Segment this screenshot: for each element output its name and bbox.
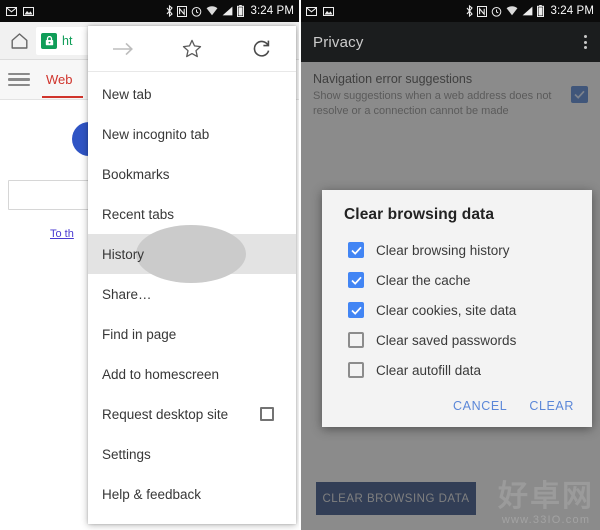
watermark-url: www.33IO.com — [501, 514, 591, 526]
right-phone-panel: 3:24 PM Privacy Navigation error suggest… — [300, 0, 600, 530]
nfc-icon — [477, 5, 488, 17]
menu-item-share[interactable]: Share… — [88, 274, 296, 314]
dialog-option-label: Clear browsing history — [376, 242, 510, 258]
status-bar-right-icons: 3:24 PM — [466, 5, 594, 17]
left-phone-panel: 3:24 PM ht Web To th New tab New incogni… — [0, 0, 300, 530]
menu-item-settings[interactable]: Settings — [88, 434, 296, 474]
hamburger-icon[interactable] — [8, 72, 30, 87]
privacy-app-bar: Privacy — [300, 22, 600, 62]
checkbox-unchecked-icon[interactable] — [348, 332, 364, 348]
dialog-option-clear-cookies-site-data[interactable]: Clear cookies, site data — [322, 295, 592, 325]
wifi-icon — [506, 6, 518, 16]
checkbox-unchecked-icon[interactable] — [348, 362, 364, 378]
signal-icon — [222, 6, 233, 16]
checkbox-checked-icon[interactable] — [348, 272, 364, 288]
overflow-menu-icon-row — [88, 26, 296, 72]
dialog-actions: CANCEL CLEAR — [322, 385, 592, 421]
panel-divider — [299, 0, 301, 530]
dialog-option-label: Clear the cache — [376, 272, 471, 288]
checkbox-checked-icon[interactable] — [348, 242, 364, 258]
battery-icon — [237, 5, 245, 17]
watermark: 好卓网 www.33IO.com — [498, 479, 594, 527]
dialog-option-clear-saved-passwords[interactable]: Clear saved passwords — [322, 325, 592, 355]
menu-item-label: New incognito tab — [102, 126, 210, 142]
page-title: Privacy — [313, 33, 364, 51]
lock-icon — [41, 32, 57, 49]
menu-item-label: History — [102, 246, 145, 262]
tab-web[interactable]: Web — [42, 61, 82, 98]
dialog-option-label: Clear autofill data — [376, 362, 482, 378]
reload-icon[interactable] — [227, 39, 296, 58]
menu-item-add-to-homescreen[interactable]: Add to homescreen — [88, 354, 296, 394]
status-bar-right-icons: 3:24 PM — [166, 5, 294, 17]
dialog-option-clear-browsing-history[interactable]: Clear browsing history — [322, 235, 592, 265]
privacy-settings-body: Navigation error suggestions Show sugges… — [300, 62, 600, 530]
bluetooth-icon — [166, 5, 174, 17]
menu-item-label: New tab — [102, 86, 152, 102]
clear-browsing-data-dialog: Clear browsing data Clear browsing histo… — [322, 190, 592, 427]
dialog-option-label: Clear saved passwords — [376, 332, 517, 348]
signal-icon — [522, 6, 533, 16]
forward-arrow-icon[interactable] — [88, 41, 157, 57]
page-link[interactable]: To th — [50, 228, 74, 240]
menu-item-label: Find in page — [102, 326, 177, 342]
dialog-option-clear-the-cache[interactable]: Clear the cache — [322, 265, 592, 295]
overflow-menu: New tab New incognito tab Bookmarks Rece… — [88, 26, 296, 524]
menu-item-new-tab[interactable]: New tab — [88, 74, 296, 114]
menu-item-label: Settings — [102, 446, 151, 462]
gmail-icon — [6, 6, 17, 16]
dialog-title: Clear browsing data — [344, 206, 495, 223]
menu-item-label: Help & feedback — [102, 486, 202, 502]
dialog-option-label: Clear cookies, site data — [376, 302, 517, 318]
request-desktop-site-checkbox[interactable] — [260, 407, 274, 421]
nfc-icon — [177, 5, 188, 17]
menu-item-label: Add to homescreen — [102, 366, 220, 382]
status-bar-left-icons — [6, 6, 34, 16]
battery-icon — [537, 5, 545, 17]
status-bar-time: 3:24 PM — [550, 5, 594, 17]
menu-item-new-incognito-tab[interactable]: New incognito tab — [88, 114, 296, 154]
watermark-brand: 好卓网 — [498, 479, 594, 514]
wifi-icon — [206, 6, 218, 16]
omnibox-url-text: ht — [62, 33, 73, 48]
status-bar-time: 3:24 PM — [250, 5, 294, 17]
status-bar-right: 3:24 PM — [300, 0, 600, 22]
status-bar-left: 3:24 PM — [0, 0, 300, 22]
alarm-icon — [191, 6, 202, 17]
menu-item-label: Bookmarks — [102, 166, 170, 182]
overflow-menu-items: New tab New incognito tab Bookmarks Rece… — [88, 72, 296, 514]
clear-button[interactable]: CLEAR — [529, 399, 574, 413]
home-icon[interactable] — [6, 28, 32, 54]
menu-item-label: Request desktop site — [102, 406, 229, 422]
menu-item-request-desktop-site[interactable]: Request desktop site — [88, 394, 296, 434]
menu-item-bookmarks[interactable]: Bookmarks — [88, 154, 296, 194]
cancel-button[interactable]: CANCEL — [453, 399, 507, 413]
overflow-menu-icon[interactable] — [584, 35, 587, 49]
gmail-icon — [306, 6, 317, 16]
screenshot-icon — [23, 6, 34, 16]
menu-item-find-in-page[interactable]: Find in page — [88, 314, 296, 354]
checkbox-checked-icon[interactable] — [348, 302, 364, 318]
menu-item-help-and-feedback[interactable]: Help & feedback — [88, 474, 296, 514]
dialog-option-clear-autofill-data[interactable]: Clear autofill data — [322, 355, 592, 385]
status-bar-left-icons — [306, 6, 334, 16]
bluetooth-icon — [466, 5, 474, 17]
screenshot-root: 3:24 PM ht Web To th New tab New incogni… — [0, 0, 600, 530]
menu-item-history[interactable]: History — [88, 225, 296, 283]
screenshot-icon — [323, 6, 334, 16]
star-icon[interactable] — [157, 39, 226, 58]
menu-item-label: Share… — [102, 286, 152, 302]
menu-item-label: Recent tabs — [102, 206, 175, 222]
alarm-icon — [491, 6, 502, 17]
